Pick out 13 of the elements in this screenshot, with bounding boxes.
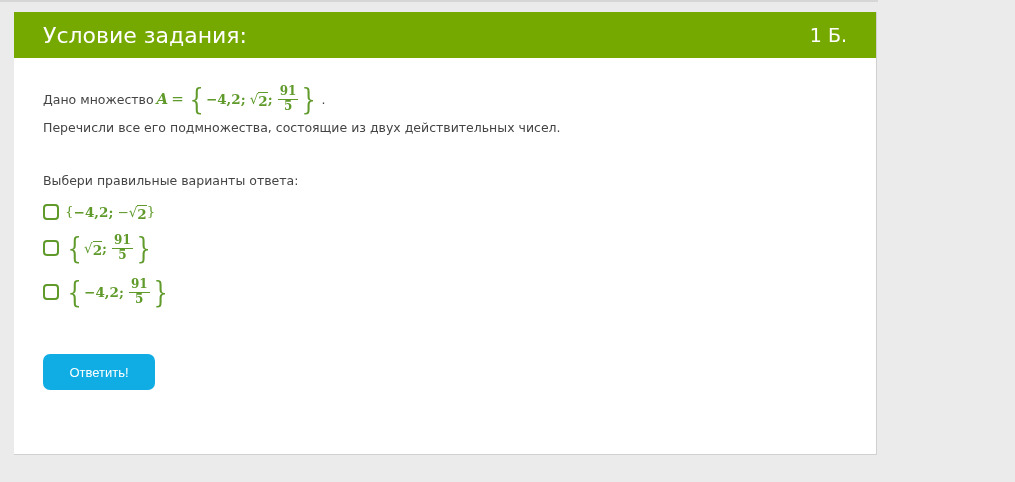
statement-text: Дано множество bbox=[43, 91, 154, 107]
period: . bbox=[321, 91, 326, 107]
equals-sign: = bbox=[171, 90, 184, 108]
task-title: Условие задания: bbox=[43, 22, 247, 48]
checkbox[interactable] bbox=[43, 240, 59, 256]
task-text: Перечисли все его подмножества, состоящие из двух действительных чисел. bbox=[43, 120, 562, 135]
prompt-text: Выбери правильные варианты ответа: bbox=[43, 173, 300, 188]
answer-formula[interactable]: {−4,2; −√2} bbox=[65, 202, 156, 222]
points-label: 1 Б. bbox=[809, 24, 847, 46]
submit-button[interactable]: Ответить! bbox=[43, 354, 155, 390]
checkbox[interactable] bbox=[43, 284, 59, 300]
set-name: A bbox=[156, 90, 169, 108]
checkbox[interactable] bbox=[43, 204, 59, 220]
